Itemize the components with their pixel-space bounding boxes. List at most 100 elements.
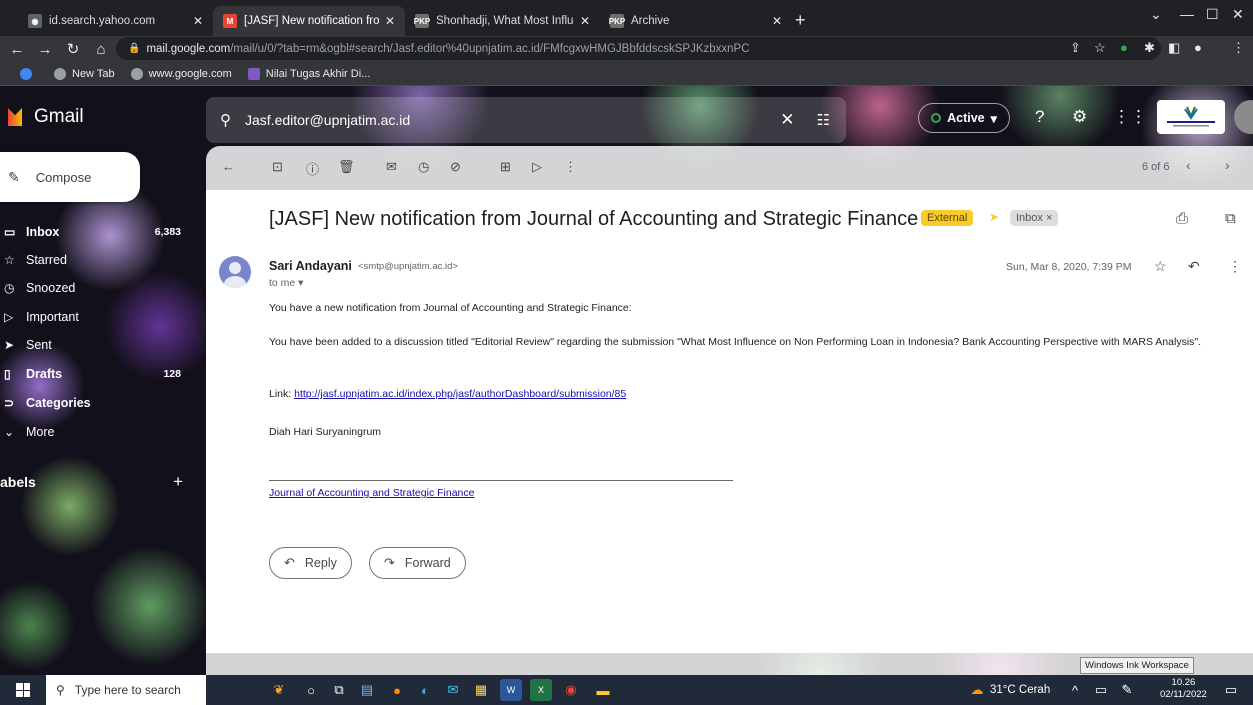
close-icon[interactable]: ✕ bbox=[772, 14, 782, 28]
sidebar-item-categories[interactable]: ⊃ Categories bbox=[0, 389, 195, 417]
profile-icon[interactable]: ● bbox=[1194, 40, 1202, 55]
weather-text[interactable]: 31°C Cerah bbox=[990, 684, 1050, 696]
inbox-label-chip[interactable]: Inbox × bbox=[1010, 210, 1059, 226]
settings-icon[interactable]: ⚙ bbox=[1072, 107, 1087, 127]
star-icon[interactable]: ☆ bbox=[1154, 258, 1167, 275]
search-bar[interactable]: ⚲ Jasf.editor@upnjatim.ac.id ✕ ☷ bbox=[206, 97, 846, 143]
store-icon[interactable]: ▤ bbox=[356, 679, 378, 701]
archive-icon[interactable]: ⊡ bbox=[272, 159, 283, 175]
mail-app-icon[interactable]: ✉ bbox=[442, 679, 464, 701]
mark-unread-icon[interactable]: ✉ bbox=[386, 159, 397, 175]
report-spam-icon[interactable]: ⓘ bbox=[306, 159, 319, 178]
search-options-icon[interactable]: ☷ bbox=[817, 111, 830, 129]
tab-gmail[interactable]: M [JASF] New notification from Jou ✕ bbox=[213, 6, 405, 36]
newer-icon[interactable]: ‹ bbox=[1186, 157, 1191, 173]
grammarly-icon[interactable]: ● bbox=[1120, 40, 1128, 55]
taskbar-clock[interactable]: 10.26 02/11/2022 bbox=[1160, 677, 1207, 701]
bookmark-google[interactable]: www.google.com bbox=[130, 67, 232, 80]
clock-icon: ◷ bbox=[4, 281, 15, 295]
back-to-list-icon[interactable]: ← bbox=[222, 159, 235, 174]
add-label-icon[interactable]: + bbox=[173, 472, 183, 492]
open-new-window-icon[interactable]: ⧉ bbox=[1225, 210, 1236, 227]
address-bar[interactable]: 🔒 mail.google.com /mail/u/0/?tab=rm&ogbl… bbox=[116, 37, 1161, 60]
reply-icon[interactable]: ↶ bbox=[1188, 258, 1200, 275]
home-icon[interactable]: ⌂ bbox=[90, 41, 112, 58]
sidebar-item-starred[interactable]: ☆ Starred bbox=[0, 246, 195, 274]
word-icon[interactable]: W bbox=[500, 679, 522, 701]
reply-button[interactable]: ↶ Reply bbox=[269, 547, 352, 579]
sidepanel-icon[interactable]: ◧ bbox=[1168, 40, 1180, 56]
close-icon[interactable]: ✕ bbox=[385, 14, 395, 28]
sidebar-item-inbox[interactable]: ▭ Inbox 6,383 bbox=[0, 218, 195, 246]
more-options-icon[interactable]: ⋮ bbox=[564, 159, 577, 175]
close-icon[interactable]: ✕ bbox=[193, 14, 203, 28]
edge-icon[interactable]: ◐ bbox=[414, 679, 436, 701]
inbox-icon: ▭ bbox=[4, 225, 16, 239]
move-to-icon[interactable]: ⊞ bbox=[500, 159, 511, 175]
more-options-icon[interactable]: ⋮ bbox=[1228, 258, 1242, 275]
maximize-icon[interactable]: ☐ bbox=[1206, 6, 1219, 23]
importance-marker-icon[interactable]: ➤ bbox=[989, 210, 999, 224]
search-icon: ⚲ bbox=[56, 683, 65, 697]
recipient-details[interactable]: to me ▾ bbox=[269, 277, 303, 289]
sidebar-item-sent[interactable]: ➤ Sent bbox=[0, 331, 195, 359]
status-dropdown[interactable]: Active ▾ bbox=[918, 103, 1010, 133]
tab-search-icon[interactable]: ⌄ bbox=[1150, 6, 1162, 23]
file-explorer-icon[interactable]: ▬ bbox=[592, 679, 614, 701]
help-icon[interactable]: ? bbox=[1035, 107, 1044, 127]
new-tab-button[interactable]: + bbox=[795, 10, 806, 31]
bookmark-new-tab[interactable]: New Tab bbox=[54, 67, 115, 80]
taskbar-search[interactable]: ⚲ Type here to search bbox=[46, 675, 206, 705]
older-icon[interactable]: › bbox=[1225, 157, 1230, 173]
apps-grid-icon[interactable]: ⋮⋮ bbox=[1113, 107, 1147, 127]
windows-start-icon[interactable] bbox=[16, 683, 30, 697]
extensions-icon[interactable]: ✱ bbox=[1144, 40, 1155, 56]
cortana-icon[interactable]: ○ bbox=[300, 679, 322, 701]
bookmark-chrome-icon[interactable] bbox=[20, 67, 38, 80]
calendar-icon[interactable]: ▦ bbox=[470, 679, 492, 701]
reload-icon[interactable]: ↻ bbox=[62, 40, 84, 58]
bookmark-nilai[interactable]: Nilai Tugas Akhir Di... bbox=[247, 67, 370, 80]
menu-icon[interactable]: ⋮ bbox=[1232, 40, 1245, 56]
forward-icon[interactable]: → bbox=[34, 41, 56, 58]
chrome-icon[interactable]: ◉ bbox=[560, 679, 582, 701]
weather-icon: ☁ bbox=[970, 682, 984, 697]
clear-search-icon[interactable]: ✕ bbox=[780, 110, 794, 130]
plant-widget-icon[interactable]: ❦ bbox=[268, 679, 290, 701]
notifications-icon[interactable]: ▭ bbox=[1220, 679, 1242, 701]
snooze-icon[interactable]: ◷ bbox=[418, 159, 429, 175]
ink-workspace-icon[interactable]: ✎ bbox=[1116, 679, 1138, 701]
back-icon[interactable]: ← bbox=[6, 41, 28, 58]
bookmark-star-icon[interactable]: ☆ bbox=[1094, 40, 1106, 56]
label-icon[interactable]: ▷ bbox=[532, 159, 542, 175]
print-icon[interactable]: ⎙ bbox=[1176, 210, 1188, 227]
firefox-icon[interactable]: ● bbox=[386, 679, 408, 701]
gmail-logo[interactable]: Gmail bbox=[8, 106, 84, 128]
tab-shonhadji[interactable]: PKP Shonhadji, What Most Influence ✕ bbox=[405, 6, 600, 36]
submission-link[interactable]: http://jasf.upnjatim.ac.id/index.php/jas… bbox=[294, 388, 626, 400]
compose-button[interactable]: ✎ Compose bbox=[0, 152, 140, 202]
globe-icon: ◉ bbox=[28, 14, 42, 28]
sidebar-item-drafts[interactable]: ▯ Drafts 128 bbox=[0, 360, 195, 388]
tab-yahoo[interactable]: ◉ id.search.yahoo.com ✕ bbox=[18, 6, 213, 36]
sidebar-item-snoozed[interactable]: ◷ Snoozed bbox=[0, 274, 195, 302]
excel-icon[interactable]: X bbox=[530, 679, 552, 701]
search-icon[interactable]: ⚲ bbox=[220, 111, 231, 129]
close-icon[interactable]: ✕ bbox=[580, 14, 590, 28]
search-input[interactable]: Jasf.editor@upnjatim.ac.id bbox=[245, 112, 780, 128]
add-task-icon[interactable]: ⊘ bbox=[450, 159, 461, 175]
show-hidden-icons-icon[interactable]: ^ bbox=[1064, 679, 1086, 701]
task-view-icon[interactable]: ⧉ bbox=[328, 679, 350, 701]
window-close-icon[interactable]: ✕ bbox=[1232, 6, 1244, 23]
forward-button[interactable]: ↷ Forward bbox=[369, 547, 466, 579]
delete-icon[interactable]: 🗑 bbox=[338, 159, 355, 175]
battery-icon[interactable]: ▭ bbox=[1090, 679, 1112, 701]
organization-logo[interactable] bbox=[1157, 100, 1225, 134]
sidebar-item-important[interactable]: ▷ Important bbox=[0, 303, 195, 331]
email-subject: [JASF] New notification from Journal of … bbox=[269, 208, 919, 230]
minimize-icon[interactable]: — bbox=[1180, 6, 1194, 22]
tab-archive[interactable]: PKP Archive ✕ bbox=[600, 6, 792, 36]
share-icon[interactable]: ⇪ bbox=[1070, 40, 1081, 56]
sidebar-item-more[interactable]: ⌄ More bbox=[0, 418, 195, 446]
label-icon: ⊃ bbox=[4, 396, 15, 410]
